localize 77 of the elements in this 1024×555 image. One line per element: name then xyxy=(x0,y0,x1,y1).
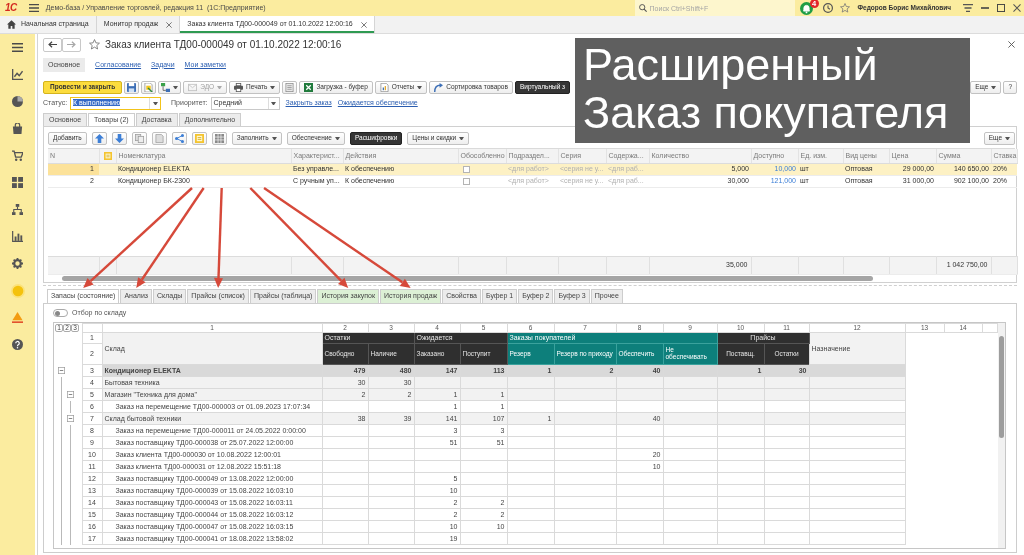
save-icon xyxy=(127,82,137,92)
caret-icon xyxy=(270,85,276,89)
logo: 1С xyxy=(5,2,17,14)
arrow-right-icon xyxy=(67,41,76,48)
share-button[interactable] xyxy=(171,131,187,145)
hierarchy-icon[interactable] xyxy=(12,204,23,215)
toggle-switch[interactable] xyxy=(53,309,68,317)
cart-icon[interactable] xyxy=(12,150,23,161)
save-button[interactable] xyxy=(124,80,140,94)
close-icon[interactable] xyxy=(166,21,173,28)
scrollbar-thumb[interactable] xyxy=(998,336,1004,438)
caret-icon xyxy=(991,85,997,89)
collapse-icon[interactable] xyxy=(67,415,74,422)
checkbox[interactable] xyxy=(463,165,470,173)
close-icon[interactable] xyxy=(1013,4,1021,12)
caret-icon xyxy=(417,85,423,89)
arrow-left-icon xyxy=(48,41,57,48)
search-icon xyxy=(638,4,647,12)
grid-icon[interactable] xyxy=(12,177,23,188)
menu-icon[interactable] xyxy=(28,4,39,12)
notepad-button[interactable] xyxy=(282,80,298,94)
close-icon[interactable] xyxy=(360,21,367,28)
bag-icon[interactable] xyxy=(12,123,23,134)
bar-chart-icon[interactable] xyxy=(12,231,23,242)
collapse-icon[interactable] xyxy=(58,367,65,374)
notepad-icon xyxy=(285,82,295,92)
pie-chart-icon[interactable] xyxy=(12,96,23,107)
curved-arrow-icon xyxy=(434,82,444,92)
note-icon xyxy=(103,151,112,160)
line-chart-icon[interactable] xyxy=(12,69,23,80)
hierarchy-button[interactable] xyxy=(158,80,182,94)
caret-icon xyxy=(271,136,277,140)
options-icon[interactable] xyxy=(963,4,973,12)
triangle-icon[interactable] xyxy=(12,312,23,323)
maximize-icon[interactable] xyxy=(997,4,1005,12)
table-icon xyxy=(214,133,224,143)
table-button[interactable] xyxy=(211,131,227,145)
caret-icon xyxy=(335,136,340,140)
arrow-down-button[interactable] xyxy=(111,131,127,145)
document-icon xyxy=(144,82,154,92)
caret-icon xyxy=(173,85,179,89)
checkbox[interactable] xyxy=(463,177,470,185)
settings-icon[interactable] xyxy=(12,258,23,269)
hierarchy-icon xyxy=(161,82,171,92)
star-icon[interactable] xyxy=(839,3,850,13)
home-icon xyxy=(7,20,16,29)
menu-icon[interactable] xyxy=(12,43,23,52)
collapse-icon[interactable] xyxy=(67,391,74,398)
caret-icon xyxy=(217,85,223,89)
spreadsheet-icon xyxy=(304,82,314,92)
star-icon[interactable] xyxy=(89,39,100,50)
document-button[interactable] xyxy=(151,131,167,145)
back-button[interactable] xyxy=(43,37,62,52)
share-icon xyxy=(174,133,184,143)
caret-icon xyxy=(459,136,465,140)
caret-icon xyxy=(271,102,277,105)
caption: Расширенный Заказ покупателя xyxy=(575,38,970,144)
vertical-scrollbar[interactable] xyxy=(997,323,1005,548)
copy-button[interactable] xyxy=(131,131,147,145)
document-icon xyxy=(154,133,164,143)
clock-icon[interactable] xyxy=(822,3,833,13)
note-icon xyxy=(194,133,204,143)
arrow-up-icon xyxy=(94,133,104,143)
envelope-icon xyxy=(188,82,198,92)
arrow-up-button[interactable] xyxy=(91,131,107,145)
copy-icon xyxy=(134,133,144,143)
scrollbar-thumb[interactable] xyxy=(62,276,873,281)
form-title: Заказ клиента ТД00-000049 от 01.10.2022 12:00:16 xyxy=(105,38,342,51)
caret-icon xyxy=(152,102,158,105)
document-button[interactable] xyxy=(141,80,157,94)
close-icon[interactable] xyxy=(1008,41,1015,48)
arrow-down-icon xyxy=(114,133,124,143)
printer-icon xyxy=(234,82,244,92)
bell-icon[interactable] xyxy=(799,1,813,15)
caret-icon xyxy=(1005,136,1010,140)
help-icon[interactable] xyxy=(12,339,23,350)
report-icon xyxy=(379,82,389,92)
